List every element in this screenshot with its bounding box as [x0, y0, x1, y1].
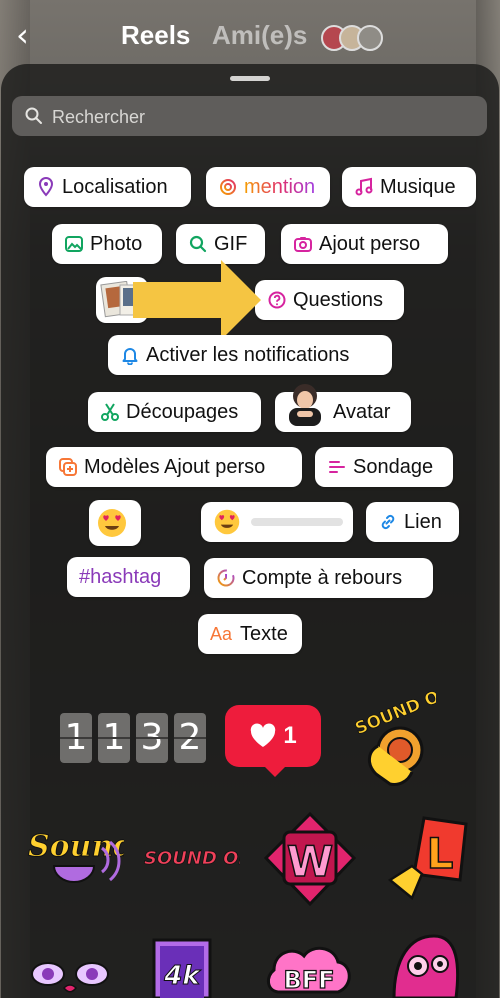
sticker-musique[interactable]: Musique	[342, 167, 476, 207]
sticker-photo[interactable]: Photo	[52, 224, 162, 264]
sticker-label: Lien	[404, 510, 442, 533]
text-aa-icon: Aa	[210, 623, 233, 644]
sound-on-text-label: SOUND ON!	[144, 848, 240, 869]
sticker-counter[interactable]: 1 1 3 2	[60, 713, 206, 763]
sticker-hashtag[interactable]: #hashtag	[67, 557, 190, 597]
sticker-emoji-slider[interactable]	[201, 502, 353, 542]
sticker-label: Découpages	[126, 400, 239, 423]
w-letter-sticker-icon[interactable]: W	[264, 812, 356, 906]
bell-icon	[122, 348, 138, 365]
templates-icon	[59, 458, 77, 476]
bff-sticker-icon[interactable]: BFF	[264, 940, 354, 998]
eyes-lips-sticker-icon[interactable]	[28, 944, 112, 998]
sound-on-text-sticker-icon[interactable]: SOUND ON!	[142, 836, 240, 876]
4k-label: 4k	[163, 961, 201, 991]
sticker-label: Ajout perso	[319, 232, 421, 255]
highlight-arrow-icon	[133, 260, 261, 340]
search-input[interactable]	[50, 96, 474, 138]
bff-label: BFF	[283, 966, 334, 994]
link-icon	[381, 514, 395, 530]
sticker-label: Sondage	[353, 455, 434, 478]
photo-icon	[65, 236, 83, 252]
sticker-decoupages[interactable]: Découpages	[88, 392, 261, 432]
sticker-label: Questions	[293, 288, 384, 311]
sticker-avatar[interactable]: Avatar	[275, 384, 411, 432]
back-chevron-icon[interactable]: ‹	[16, 19, 42, 51]
sticker-label: #hashtag	[79, 565, 162, 588]
sticker-emoji-reaction[interactable]	[89, 500, 141, 546]
l-letter-label: L	[427, 829, 454, 878]
counter-digit: 1	[98, 713, 130, 763]
camera-icon	[294, 237, 312, 252]
music-note-icon	[355, 177, 373, 196]
friends-avatars	[321, 25, 383, 51]
sticker-ajout-perso[interactable]: Ajout perso	[281, 224, 448, 264]
sticker-label: Musique	[380, 175, 456, 198]
sound-wave-label: Sound	[28, 829, 124, 864]
heart-icon	[251, 723, 276, 747]
sticker-label: Photo	[90, 232, 143, 255]
search-icon	[25, 107, 42, 124]
sticker-likes[interactable]: 1	[225, 705, 321, 777]
pink-character-sticker-icon[interactable]	[384, 930, 464, 998]
timer-icon	[217, 569, 235, 587]
sticker-activer-notifications[interactable]: Activer les notifications	[108, 335, 392, 375]
sticker-sondage[interactable]: Sondage	[315, 447, 453, 487]
scissors-icon	[101, 403, 119, 421]
sticker-gif[interactable]: GIF	[176, 224, 265, 264]
gif-search-icon	[189, 235, 207, 253]
l-letter-sticker-icon[interactable]: L	[384, 810, 474, 902]
sticker-label: Localisation	[62, 175, 168, 198]
avatar-figure-icon	[289, 384, 321, 426]
sticker-label: Activer les notifications	[146, 343, 350, 366]
sticker-texte[interactable]: Aa Texte	[198, 614, 302, 654]
counter-digit: 3	[136, 713, 168, 763]
poll-icon	[329, 461, 345, 473]
sticker-compte-a-rebours[interactable]: Compte à rebours	[204, 558, 433, 598]
avatar	[357, 25, 383, 51]
search-bar[interactable]	[12, 96, 487, 138]
sticker-label: GIF	[214, 232, 248, 255]
sticker-questions[interactable]: Questions	[255, 280, 404, 320]
sound-on-sticker-icon[interactable]: SOUND ON	[348, 688, 436, 788]
tab-amis[interactable]: Ami(e)s	[212, 20, 307, 51]
sticker-label: Modèles Ajout perso	[84, 455, 266, 478]
sticker-localisation[interactable]: Localisation	[24, 167, 191, 207]
sticker-lien[interactable]: Lien	[366, 502, 459, 542]
at-icon	[220, 179, 236, 195]
sticker-label: Avatar	[333, 400, 391, 423]
tab-reels[interactable]: Reels	[121, 20, 190, 51]
sticker-mention[interactable]: mention	[206, 167, 330, 207]
sticker-modeles-ajout-perso[interactable]: Modèles Ajout perso	[46, 447, 302, 487]
counter-digit: 1	[60, 713, 92, 763]
top-bar: ‹ Reels Ami(e)s	[0, 0, 500, 70]
sticker-label: Texte	[240, 622, 288, 645]
sound-wave-sticker-icon[interactable]: Sound	[24, 822, 124, 892]
4k-sticker-icon[interactable]: 4k	[152, 938, 212, 998]
w-letter-label: W	[287, 837, 333, 886]
slider-track	[251, 518, 343, 526]
counter-digit: 2	[174, 713, 206, 763]
sheet-grabber[interactable]	[230, 76, 270, 81]
sticker-label: Compte à rebours	[242, 566, 403, 589]
like-count: 1	[283, 722, 297, 749]
heart-eyes-emoji-icon	[98, 509, 126, 537]
sticker-label: mention	[244, 175, 316, 198]
heart-eyes-emoji-icon	[214, 509, 240, 535]
location-pin-icon	[38, 176, 54, 197]
question-bubble-icon	[268, 291, 286, 309]
